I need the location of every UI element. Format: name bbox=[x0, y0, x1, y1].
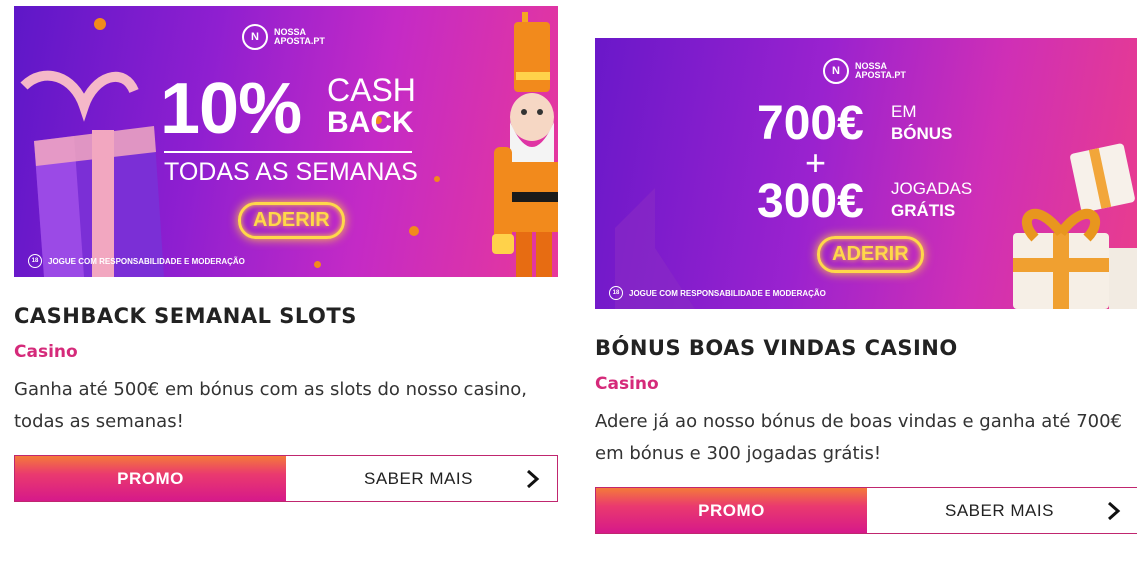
promo-button[interactable]: PROMO bbox=[596, 488, 867, 533]
cashback-subtitle: TODAS AS SEMANAS bbox=[164, 158, 418, 186]
chevron-right-icon bbox=[527, 469, 540, 488]
card-description: Adere já ao nosso bónus de boas vindas e… bbox=[595, 411, 1123, 464]
spins-amount: 300€ bbox=[757, 175, 864, 228]
promo-button[interactable]: PROMO bbox=[15, 456, 286, 501]
card-title: CASHBACK SEMANAL SLOTS bbox=[14, 304, 357, 328]
card-title: BÓNUS BOAS VINDAS CASINO bbox=[595, 336, 958, 360]
gift-boxes-icon bbox=[1013, 143, 1137, 309]
promo-card-cashback: N NOSSA APOSTA.PT 10% CASH BACK TODAS AS … bbox=[14, 6, 558, 502]
spins-label-gratis: GRÁTIS bbox=[891, 201, 956, 220]
confetti-dot bbox=[314, 261, 321, 268]
card-actions: PROMO SABER MAIS bbox=[14, 455, 558, 502]
saber-mais-button[interactable]: SABER MAIS bbox=[867, 488, 1137, 533]
no-minors-icon: 18 bbox=[609, 286, 623, 300]
gift-box-icon bbox=[20, 70, 164, 277]
aderir-banner-button[interactable]: ADERIR bbox=[238, 202, 345, 239]
promo-card-welcome: N NOSSA APOSTA.PT 700€ EM BÓNUS + 300€ JO… bbox=[595, 38, 1137, 534]
banner-divider bbox=[164, 151, 412, 153]
cashback-percent: 10% bbox=[160, 69, 302, 149]
confetti-dot bbox=[434, 176, 440, 182]
no-minors-icon: 18 bbox=[28, 254, 42, 268]
confetti-dot bbox=[409, 226, 419, 236]
saber-mais-label: SABER MAIS bbox=[364, 468, 473, 488]
responsible-gaming-note: 18 JOGUE COM RESPONSABILIDADE E MODERAÇÃ… bbox=[28, 254, 245, 268]
nutcracker-icon bbox=[492, 12, 558, 277]
chevron-right-icon bbox=[1108, 501, 1121, 520]
card-category[interactable]: Casino bbox=[14, 342, 558, 362]
nossaaposta-logo: N NOSSA APOSTA.PT bbox=[242, 24, 334, 50]
cashback-word-cash: CASH bbox=[327, 72, 416, 108]
promo-banner-welcome[interactable]: N NOSSA APOSTA.PT 700€ EM BÓNUS + 300€ JO… bbox=[595, 38, 1137, 309]
responsible-gaming-note: 18 JOGUE COM RESPONSABILIDADE E MODERAÇÃ… bbox=[609, 286, 826, 300]
cashback-word-back: BACK bbox=[327, 106, 414, 139]
bonus-label-bonus: BÓNUS bbox=[891, 124, 953, 143]
saber-mais-label: SABER MAIS bbox=[945, 500, 1054, 520]
card-category[interactable]: Casino bbox=[595, 374, 1137, 394]
saber-mais-button[interactable]: SABER MAIS bbox=[286, 456, 557, 501]
promo-banner-cashback[interactable]: N NOSSA APOSTA.PT 10% CASH BACK TODAS AS … bbox=[14, 6, 558, 277]
spins-label-jogadas: JOGADAS bbox=[891, 179, 973, 198]
card-description: Ganha até 500€ em bónus com as slots do … bbox=[14, 379, 528, 432]
confetti-dot bbox=[94, 18, 106, 30]
nossaaposta-logo: N NOSSA APOSTA.PT bbox=[823, 58, 915, 84]
aderir-banner-button[interactable]: ADERIR bbox=[817, 236, 924, 273]
bonus-label-em: EM bbox=[891, 102, 917, 121]
card-actions: PROMO SABER MAIS bbox=[595, 487, 1137, 534]
